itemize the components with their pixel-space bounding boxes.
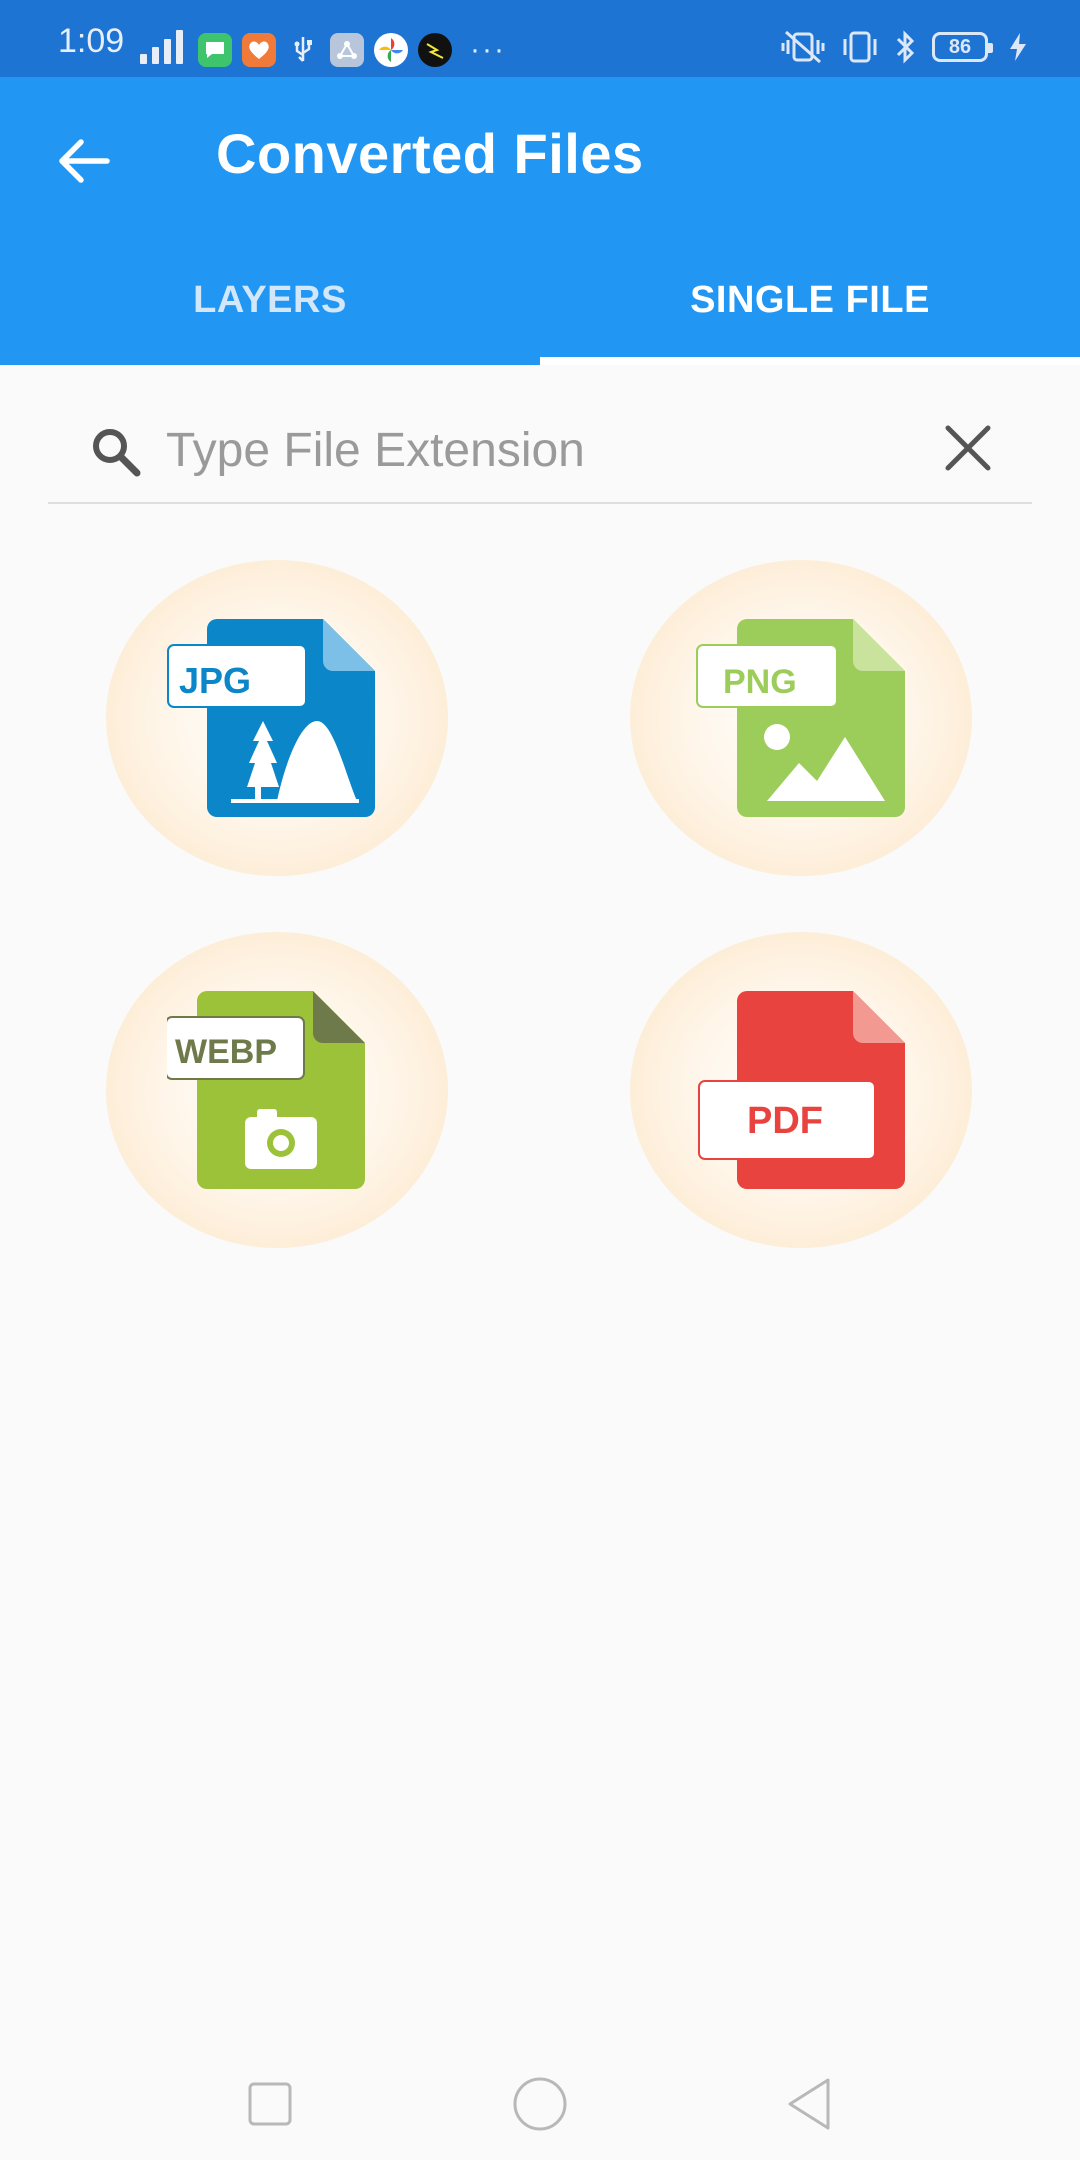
file-type-png[interactable]: PNG: [630, 560, 972, 876]
status-right: 86: [780, 30, 1028, 64]
home-icon[interactable]: [510, 2074, 570, 2134]
battery-level: 86: [948, 35, 972, 58]
photos-app-icon: [374, 33, 408, 67]
png-file-icon: PNG: [696, 619, 905, 817]
charging-icon: [1010, 33, 1026, 61]
search-bar: [48, 400, 1032, 504]
app-root: 1:09 ··· 86 Converted Files LAYERS SINGL…: [0, 0, 1080, 2160]
vibrate-icon: [843, 31, 877, 63]
app-bar: Converted Files LAYERS SINGLE FILE: [0, 77, 1080, 365]
more-notifications-icon: ···: [470, 33, 506, 66]
back-button[interactable]: [52, 129, 116, 193]
file-type-label: JPG: [179, 660, 251, 701]
signal-icon: [140, 30, 183, 64]
status-time: 1:09: [58, 22, 125, 60]
tab-single-file[interactable]: SINGLE FILE: [540, 277, 1080, 365]
close-icon[interactable]: [940, 420, 996, 476]
file-type-webp[interactable]: WEBP: [106, 932, 448, 1248]
jpg-file-icon: JPG: [167, 619, 375, 817]
share-app-icon: [330, 33, 364, 67]
file-type-label: WEBP: [175, 1033, 277, 1071]
battery-icon: 86: [932, 32, 993, 62]
recents-icon[interactable]: [240, 2074, 300, 2134]
usb-icon: [286, 33, 320, 67]
search-icon: [93, 429, 141, 477]
page-title: Converted Files: [216, 122, 644, 185]
notification-icons: ···: [198, 33, 506, 67]
tab-indicator: [540, 357, 1080, 365]
tab-layers[interactable]: LAYERS: [0, 277, 540, 365]
webp-file-icon: WEBP: [167, 991, 365, 1189]
arrow-left-icon: [59, 139, 110, 183]
bluetooth-icon: [896, 30, 915, 64]
nav-back-icon[interactable]: [780, 2074, 840, 2134]
status-bar: 1:09 ··· 86: [0, 0, 1080, 77]
file-type-pdf[interactable]: PDF: [630, 932, 972, 1248]
file-type-label: PNG: [723, 663, 797, 701]
tab-bar: LAYERS SINGLE FILE: [0, 277, 1080, 365]
chat-app-icon: [198, 33, 232, 67]
search-input[interactable]: [166, 414, 946, 486]
health-app-icon: [242, 33, 276, 67]
vibrate-off-icon: [781, 30, 825, 64]
file-type-jpg[interactable]: JPG: [106, 560, 448, 876]
pdf-file-icon: PDF: [698, 991, 905, 1189]
lightning-app-icon: [418, 33, 452, 67]
file-type-label: PDF: [747, 1100, 823, 1142]
system-nav-bar: [0, 2040, 1080, 2160]
